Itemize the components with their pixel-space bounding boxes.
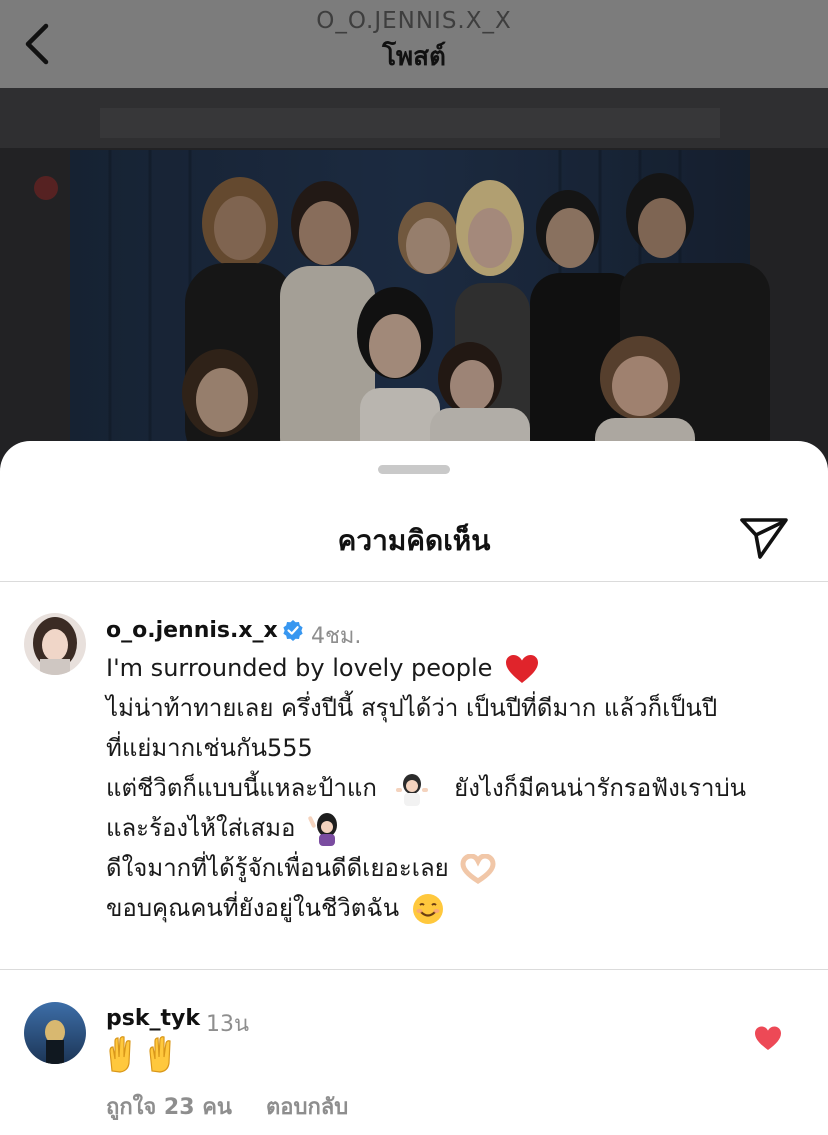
comments-sheet: ความคิดเห็น o_o.jennis.x_x 4ชม. I'm surr…	[0, 441, 828, 1135]
caption-line: ขอบคุณคนที่ยังอยู่ในชีวิตฉัน	[106, 888, 796, 928]
caption-line: ไม่น่าท้าทายเลย ครึ่งปีนี้ สรุปได้ว่า เป…	[106, 694, 718, 722]
caption-line-text: ดีใจมากที่ได้รู้จักเพื่อนดีดีเยอะเลย	[106, 854, 449, 882]
smiling-face-emoji	[412, 894, 443, 924]
paper-plane-icon[interactable]	[738, 515, 790, 561]
group-photo-image	[0, 88, 828, 468]
sheet-title: ความคิดเห็น	[337, 524, 491, 557]
heart-hands-emoji	[460, 854, 496, 884]
post-header: O_O.JENNIS.X_X โพสต์	[0, 0, 828, 88]
comment-time: 13น	[206, 1012, 250, 1037]
page-title: โพสต์	[382, 42, 446, 72]
caption-line: แต่ชีวิตก็แบบนี้แหละป้าแก ยังไงก็มีคนน่า…	[106, 768, 796, 808]
header-username: O_O.JENNIS.X_X	[316, 8, 512, 34]
comment-username[interactable]: psk_tyk	[106, 1006, 200, 1031]
caption-line: I'm surrounded by lovely people	[106, 648, 796, 688]
raising-hands-emoji	[109, 1036, 171, 1073]
caption-line-text: ขอบคุณคนที่ยังอยู่ในชีวิตฉัน	[106, 894, 400, 922]
red-heart-emoji	[506, 655, 539, 683]
divider	[0, 969, 828, 970]
sheet-drag-handle[interactable]	[378, 465, 450, 474]
caption-line-text: ยังไงก็มีคนน่ารักรอฟังเราบ่น	[454, 774, 747, 802]
post-photo[interactable]	[0, 88, 828, 468]
post-comments-screen: O_O.JENNIS.X_X โพสต์ ความคิดเห็น o_o.jen…	[0, 0, 828, 1135]
caption-text: I'm surrounded by lovely people ไม่น่าท้…	[106, 648, 796, 928]
heart-filled-icon[interactable]	[754, 1025, 782, 1051]
woman-nail-polish-emoji	[308, 813, 338, 846]
caption-line: ที่แย่มากเช่นกัน555	[106, 734, 313, 762]
person-shrugging-emoji	[395, 774, 428, 806]
comment-likes-count[interactable]: ถูกใจ 23 คน	[106, 1089, 232, 1124]
caption-line-text: และร้องไห้ใส่เสมอ	[106, 814, 296, 842]
avatar[interactable]	[24, 1002, 86, 1064]
reply-button[interactable]: ตอบกลับ	[266, 1089, 348, 1124]
avatar[interactable]	[24, 613, 86, 675]
caption-line-text: แต่ชีวิตก็แบบนี้แหละป้าแก	[106, 774, 377, 802]
divider	[0, 581, 828, 582]
verified-badge-icon	[283, 620, 303, 641]
caption-line-text: I'm surrounded by lovely people	[106, 654, 493, 682]
comment-text	[106, 1035, 186, 1077]
caption-line: และร้องไห้ใส่เสมอ	[106, 808, 796, 848]
caption-line: ดีใจมากที่ได้รู้จักเพื่อนดีดีเยอะเลย	[106, 848, 796, 888]
caption-username[interactable]: o_o.jennis.x_x	[106, 618, 278, 643]
